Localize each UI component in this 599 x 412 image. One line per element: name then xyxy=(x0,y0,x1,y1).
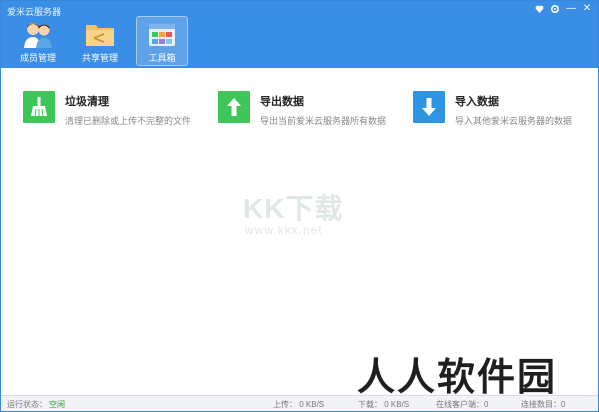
card-desc: 导出当前爱米云服务器所有数据 xyxy=(260,116,387,126)
app-window: 爱米云服务器 — ✕ 成员管理 共享管理 工具箱 垃圾清理 清理已删除或上传不完… xyxy=(0,0,599,412)
download-speed: 下载： 0 KB/S xyxy=(358,400,410,409)
status-bar: 运行状态： 空闲 上传： 0 KB/S 下载： 0 KB/S 在线客户端：0 连… xyxy=(1,395,598,411)
run-status-label: 运行状态： xyxy=(7,400,47,409)
watermark-kk: KK下载 xyxy=(243,193,344,224)
card-title: 导出数据 xyxy=(260,96,304,108)
card-export[interactable]: 导出数据 导出当前爱米云服务器所有数据 xyxy=(218,91,413,127)
toolbar-members[interactable]: 成员管理 xyxy=(13,17,63,65)
heart-icon[interactable] xyxy=(532,3,546,15)
card-junk-clean[interactable]: 垃圾清理 清理已删除或上传不完整的文件 xyxy=(23,91,218,127)
toolbar: 成员管理 共享管理 工具箱 xyxy=(13,16,188,66)
minimize-button[interactable]: — xyxy=(564,3,578,15)
arrow-up-icon xyxy=(218,91,250,123)
card-import[interactable]: 导入数据 导入其他爱米云服务器的数据 xyxy=(413,91,599,127)
members-icon xyxy=(23,19,53,49)
arrow-down-icon xyxy=(413,91,445,123)
header-bar: 爱米云服务器 — ✕ 成员管理 共享管理 工具箱 xyxy=(1,1,598,68)
toolbar-share[interactable]: 共享管理 xyxy=(75,17,125,65)
toolbar-toolbox[interactable]: 工具箱 xyxy=(136,16,188,66)
watermark-url: www.kkx.net xyxy=(245,223,323,237)
upload-speed: 上传： 0 KB/S xyxy=(273,400,325,409)
run-status-value: 空闲 xyxy=(49,400,65,409)
toolbar-label: 成员管理 xyxy=(19,53,56,63)
broom-icon xyxy=(23,91,55,123)
tool-cards: 垃圾清理 清理已删除或上传不完整的文件 导出数据 导出当前爱米云服务器所有数据 … xyxy=(23,91,599,127)
toolbox-icon xyxy=(147,19,177,49)
gear-icon[interactable] xyxy=(548,3,562,15)
card-title: 垃圾清理 xyxy=(65,96,109,108)
toolbar-label: 工具箱 xyxy=(148,53,176,63)
online-clients: 在线客户端：0 xyxy=(436,400,489,409)
card-title: 导入数据 xyxy=(455,96,499,108)
card-desc: 清理已删除或上传不完整的文件 xyxy=(65,116,192,126)
card-desc: 导入其他爱米云服务器的数据 xyxy=(455,116,573,126)
connection-count: 连接数目：0 xyxy=(521,400,566,409)
window-controls: — ✕ xyxy=(532,3,594,15)
close-button[interactable]: ✕ xyxy=(580,3,594,15)
toolbar-label: 共享管理 xyxy=(81,53,118,63)
folder-share-icon xyxy=(85,19,115,49)
watermark-renren: 人人软件园 xyxy=(357,357,558,399)
